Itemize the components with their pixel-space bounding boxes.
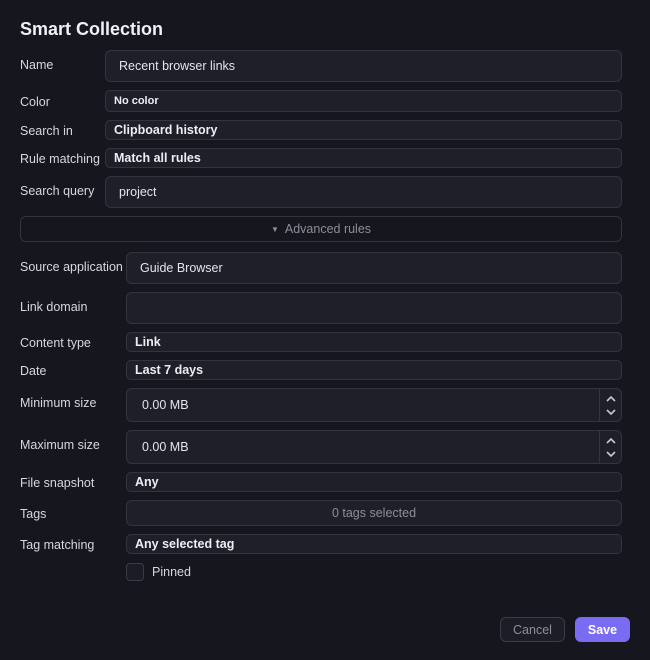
smart-collection-dialog: Smart Collection Name Recent browser lin… [0,0,650,660]
tags-label: Tags [20,507,47,521]
pinned-label: Pinned [152,565,191,579]
color-select[interactable]: No color [105,90,622,112]
chevron-down-icon[interactable] [603,447,619,461]
date-label: Date [20,364,47,378]
search-query-label: Search query [20,184,95,198]
file-snapshot-value: Any [135,475,159,489]
maximum-size-stepper[interactable]: 0.00 MB [126,430,622,464]
chevron-down-icon[interactable] [603,405,619,419]
minimum-size-label: Minimum size [20,396,97,410]
color-label: Color [20,95,50,109]
minimum-size-value: 0.00 MB [142,398,189,412]
tags-value: 0 tags selected [331,506,417,520]
search-in-value: Clipboard history [114,123,218,137]
tag-matching-label: Tag matching [20,538,95,552]
maximum-size-stepper-buttons [599,431,621,463]
tags-picker[interactable]: 0 tags selected [126,500,622,526]
cancel-button[interactable]: Cancel [500,617,565,642]
source-application-label: Source application [20,260,123,274]
search-query-input[interactable]: project [105,176,622,208]
content-type-select[interactable]: Link [126,332,622,352]
maximum-size-label: Maximum size [20,438,100,452]
search-in-select[interactable]: Clipboard history [105,120,622,140]
rule-matching-label: Rule matching [20,152,100,166]
minimum-size-stepper[interactable]: 0.00 MB [126,388,622,422]
search-query-value: project [119,185,157,199]
file-snapshot-select[interactable]: Any [126,472,622,492]
content-type-value: Link [135,335,161,349]
date-value: Last 7 days [135,363,204,377]
link-domain-input[interactable] [126,292,622,324]
search-in-label: Search in [20,124,73,138]
content-type-label: Content type [20,336,91,350]
name-label: Name [20,58,54,72]
dialog-title: Smart Collection [20,19,164,39]
advanced-rules-label: Advanced rules [284,222,372,236]
source-application-value: Guide Browser [140,261,223,275]
save-button[interactable]: Save [575,617,630,642]
link-domain-label: Link domain [20,300,88,314]
date-select[interactable]: Last 7 days [126,360,622,380]
rule-matching-select[interactable]: Match all rules [105,148,622,168]
advanced-rules-toggle[interactable]: ▼ Advanced rules [20,216,622,242]
name-value: Recent browser links [119,59,236,73]
color-value: No color [114,95,159,107]
triangle-down-icon: ▼ [270,224,279,234]
maximum-size-value: 0.00 MB [142,440,189,454]
pinned-checkbox[interactable] [126,563,144,581]
name-input[interactable]: Recent browser links [105,50,622,82]
source-application-input[interactable]: Guide Browser [126,252,622,284]
rule-matching-value: Match all rules [114,151,201,165]
chevron-up-icon[interactable] [603,391,619,405]
file-snapshot-label: File snapshot [20,476,95,490]
chevron-up-icon[interactable] [603,433,619,447]
tag-matching-value: Any selected tag [135,537,235,551]
tag-matching-select[interactable]: Any selected tag [126,534,622,554]
minimum-size-stepper-buttons [599,389,621,421]
